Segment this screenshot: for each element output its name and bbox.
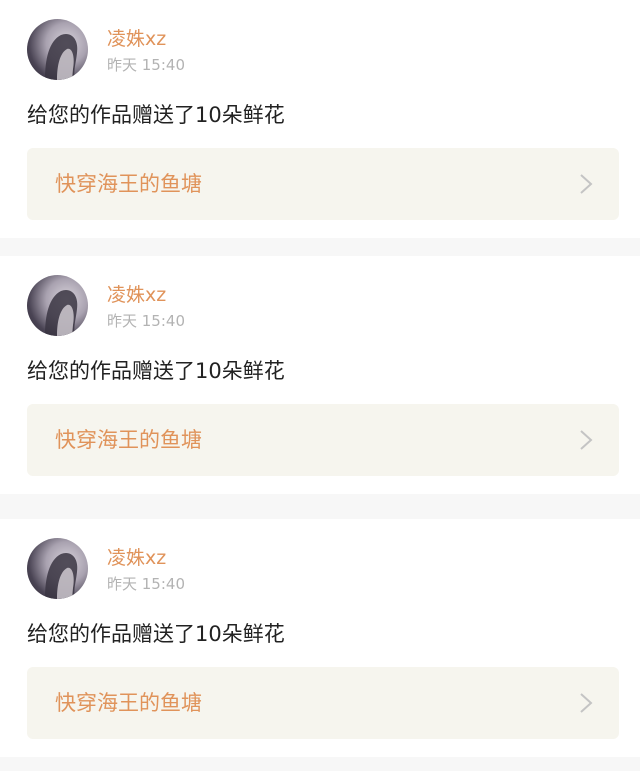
notification-feed: 凌姝xz 昨天 15:40 给您的作品赠送了10朵鲜花 快穿海王的鱼塘 凌姝xz… (0, 0, 640, 771)
work-link[interactable]: 快穿海王的鱼塘 (27, 667, 619, 739)
username[interactable]: 凌姝xz (107, 545, 166, 571)
work-link[interactable]: 快穿海王的鱼塘 (27, 148, 619, 220)
chevron-right-icon (580, 693, 593, 713)
timestamp: 昨天 15:40 (107, 56, 185, 74)
notification-card: 凌姝xz 昨天 15:40 给您的作品赠送了10朵鲜花 快穿海王的鱼塘 (0, 0, 640, 238)
work-title: 快穿海王的鱼塘 (55, 172, 202, 196)
gift-message: 给您的作品赠送了10朵鲜花 (27, 359, 285, 383)
gift-message: 给您的作品赠送了10朵鲜花 (27, 103, 285, 127)
notification-card: 凌姝xz 昨天 15:40 给您的作品赠送了10朵鲜花 快穿海王的鱼塘 (0, 519, 640, 757)
work-link[interactable]: 快穿海王的鱼塘 (27, 404, 619, 476)
work-title: 快穿海王的鱼塘 (55, 428, 202, 452)
user-avatar[interactable] (27, 538, 88, 599)
timestamp: 昨天 15:40 (107, 312, 185, 330)
work-title: 快穿海王的鱼塘 (55, 691, 202, 715)
chevron-right-icon (580, 430, 593, 450)
notification-card: 凌姝xz 昨天 15:40 给您的作品赠送了10朵鲜花 快穿海王的鱼塘 (0, 256, 640, 494)
username[interactable]: 凌姝xz (107, 26, 166, 52)
username[interactable]: 凌姝xz (107, 282, 166, 308)
gift-message: 给您的作品赠送了10朵鲜花 (27, 622, 285, 646)
timestamp: 昨天 15:40 (107, 575, 185, 593)
user-avatar[interactable] (27, 19, 88, 80)
chevron-right-icon (580, 174, 593, 194)
user-avatar[interactable] (27, 275, 88, 336)
